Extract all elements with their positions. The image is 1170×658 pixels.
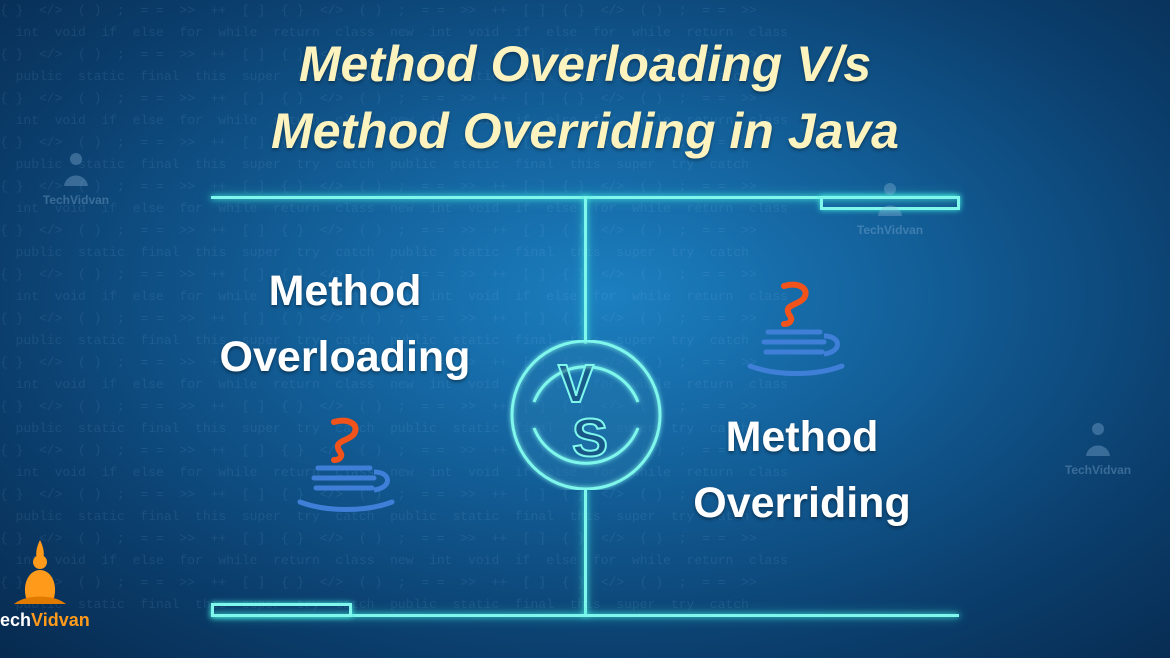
watermark-logo: TechVidvan — [36, 150, 116, 207]
versus-letter-v: V — [558, 354, 594, 414]
center-divider-line-bottom — [584, 488, 587, 616]
brand-logo-icon — [14, 540, 66, 604]
watermark-logo: TechVidvan — [850, 180, 930, 237]
watermark-logo: TechVidvan — [1058, 420, 1138, 477]
brand-suffix: Vidvan — [31, 610, 90, 630]
title-line-1: Method Overloading V/s — [298, 36, 872, 92]
right-label-line-1: Method — [725, 413, 879, 461]
left-label-line-2: Overloading — [219, 333, 471, 381]
meditating-figure-icon — [1086, 423, 1110, 456]
left-label-line-1: Method — [268, 267, 422, 315]
title-line-2: Method Overriding in Java — [271, 103, 899, 159]
right-label-line-2: Overriding — [693, 479, 911, 527]
versus-emblem: V S — [510, 340, 662, 490]
watermark-text: TechVidvan — [856, 223, 924, 237]
center-divider-line-top — [584, 196, 587, 344]
watermark-text: TechVidvan — [1064, 463, 1132, 477]
versus-letter-s: S — [572, 408, 608, 468]
right-label: Method Overriding — [662, 404, 942, 536]
watermark-text: TechVidvan — [42, 193, 110, 207]
left-label: Method Overloading — [195, 258, 495, 390]
java-cup-icon — [297, 417, 395, 512]
brand-prefix: ech — [0, 610, 32, 630]
banner: { } </> ( ) ; = = >> ++ [ ] { } </> ( ) … — [0, 0, 1170, 658]
java-cup-icon — [747, 281, 845, 376]
brand-name: echVidvan — [0, 610, 90, 631]
meditating-figure-icon — [878, 183, 902, 216]
bottom-left-accent-box — [211, 603, 352, 617]
meditating-figure-icon — [64, 153, 88, 186]
